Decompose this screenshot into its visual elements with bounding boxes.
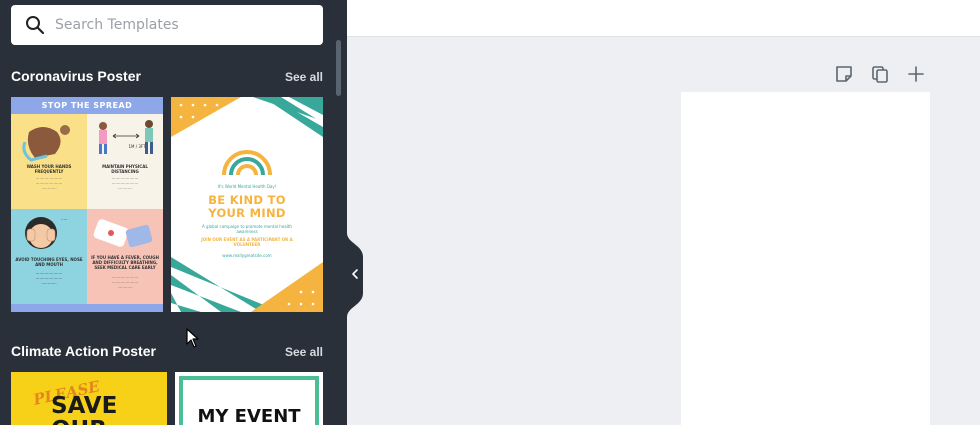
quadrant-distancing: 1M / 3FT MAINTAIN PHYSICAL DISTANCING ··… bbox=[87, 114, 163, 209]
template-my-event[interactable]: MY EVENT bbox=[175, 372, 323, 425]
template-save-our[interactable]: PLEASE SAVE OUR bbox=[11, 372, 167, 425]
quadrant-wash-hands: WASH YOUR HANDS FREQUENTLY ·············… bbox=[11, 114, 87, 209]
caption-body: ····················· ···················… bbox=[35, 271, 63, 286]
template-footer bbox=[11, 304, 163, 312]
caption-body: ····················· ···················… bbox=[35, 176, 63, 191]
caption-avoid-touching: AVOID TOUCHING EYES, NOSE AND MOUTH bbox=[15, 257, 83, 267]
template-header: STOP THE SPREAD bbox=[11, 97, 163, 114]
save-our-headline: SAVE OUR bbox=[51, 393, 118, 425]
editor-topbar bbox=[347, 0, 980, 37]
join-line: JOIN OUR EVENT AS A PARTICIPANT OR A VOL… bbox=[201, 237, 293, 247]
my-event-headline: MY EVENT bbox=[197, 406, 301, 425]
see-all-coronavirus-link[interactable]: See all bbox=[285, 70, 323, 84]
caption-wash-hands: WASH YOUR HANDS FREQUENTLY bbox=[26, 164, 72, 174]
template-be-kind-to-your-mind[interactable]: It's World Mental Health Day! BE KIND TO… bbox=[171, 97, 323, 312]
add-page-icon[interactable] bbox=[906, 64, 926, 84]
search-box[interactable] bbox=[11, 5, 323, 45]
distance-illustration bbox=[99, 120, 153, 154]
search-icon bbox=[26, 16, 45, 35]
section-title-climate: Climate Action Poster bbox=[11, 343, 156, 359]
svg-text:·····: ····· bbox=[61, 217, 67, 222]
template-stop-the-spread[interactable]: STOP THE SPREAD WASH YOUR HANDS FREQUENT… bbox=[11, 97, 163, 312]
sidebar-scrollbar[interactable] bbox=[336, 40, 341, 96]
quadrant-face: ····· AVOID TOUCHING EYES, NOSE AND MOUT… bbox=[11, 209, 87, 304]
section-title-coronavirus: Coronavirus Poster bbox=[11, 68, 141, 84]
collapse-sidebar-button[interactable] bbox=[347, 233, 363, 317]
quadrant-medical: IF YOU HAVE A FEVER, COUGH AND DIFFICULT… bbox=[87, 209, 163, 304]
mouse-pointer-icon bbox=[186, 328, 199, 348]
templates-sidebar: Coronavirus Poster See all STOP THE SPRE… bbox=[0, 0, 347, 425]
see-all-climate-link[interactable]: See all bbox=[285, 345, 323, 359]
duplicate-page-icon[interactable] bbox=[870, 64, 890, 84]
caption-medical: IF YOU HAVE A FEVER, COUGH AND DIFFICULT… bbox=[91, 255, 159, 270]
event-tagline: It's World Mental Health Day! bbox=[217, 184, 277, 189]
headline-line-2: YOUR MIND bbox=[208, 206, 286, 220]
design-page-canvas[interactable] bbox=[681, 92, 930, 425]
search-input[interactable] bbox=[55, 5, 315, 45]
headline: BE KIND TO YOUR MIND bbox=[171, 194, 323, 220]
distance-label: 1M / 3FT bbox=[128, 144, 146, 149]
caption-body: ····················· ···················… bbox=[111, 275, 139, 290]
caption-body: ····················· ···················… bbox=[111, 176, 139, 191]
sticky-note-icon[interactable] bbox=[834, 64, 854, 84]
website-line: www.reallygreatsite.com bbox=[222, 253, 272, 258]
hands-illustration bbox=[22, 125, 70, 162]
chevron-left-icon bbox=[347, 233, 363, 317]
campaign-line: A global campaign to promote mental heal… bbox=[202, 224, 292, 234]
caption-distancing: MAINTAIN PHYSICAL DISTANCING bbox=[102, 164, 148, 174]
